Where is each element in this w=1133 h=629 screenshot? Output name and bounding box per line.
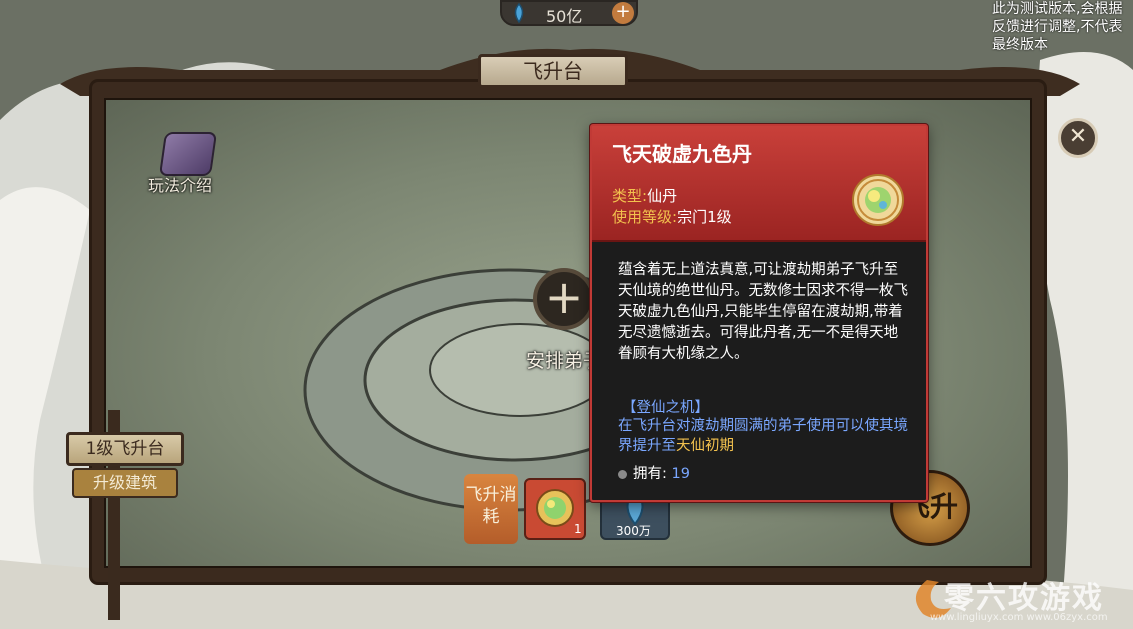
- gameplay-intro-label[interactable]: 玩法介绍: [148, 172, 212, 196]
- building-level-sign: 1级飞升台: [66, 432, 184, 466]
- item-section-title: 【登仙之机】: [622, 400, 709, 416]
- cost-item-gem-count: 300万: [616, 524, 651, 538]
- item-level-row: 使用等级:宗门1级: [612, 206, 732, 227]
- item-level-value: 宗门1级: [677, 208, 732, 226]
- item-effect-highlight: 天仙初期: [676, 438, 734, 454]
- item-type-key: 类型:: [612, 187, 648, 205]
- item-owned-value: 19: [671, 466, 690, 482]
- item-description: 蕴含着无上道法真意,可让渡劫期弟子飞升至天仙境的绝世仙丹。无数修士因求不得一枚飞…: [618, 262, 908, 362]
- nine-color-pill-icon: [852, 174, 904, 226]
- cost-item-pill-count: 1: [574, 522, 582, 536]
- upgrade-building-button[interactable]: 升级建筑: [72, 468, 178, 498]
- item-owned-key: 拥有:: [633, 466, 667, 482]
- item-effect: 在飞升台对渡劫期圆满的弟子使用可以使其境界提升至天仙初期: [618, 416, 908, 456]
- watermark-text: 零六攻游戏: [944, 581, 1104, 616]
- building-title: 飞升台: [478, 54, 628, 88]
- item-tooltip: 飞天破虚九色丹 类型:仙丹 使用等级:宗门1级 蕴含着无上道法真意,可让渡劫期弟…: [590, 124, 928, 502]
- close-button[interactable]: ✕: [1058, 118, 1098, 158]
- gameplay-book-icon[interactable]: [158, 132, 218, 176]
- spirit-gem-icon: [514, 2, 524, 24]
- close-icon: ✕: [1068, 124, 1088, 149]
- item-count-dot-icon: [618, 469, 627, 479]
- currency-value: 50亿: [546, 7, 583, 26]
- test-version-notice: 此为测试版本,会根据反馈进行调整,不代表最终版本: [992, 1, 1123, 53]
- tooltip-header: 飞天破虚九色丹 类型:仙丹 使用等级:宗门1级: [592, 126, 926, 242]
- item-type-value: 仙丹: [647, 187, 678, 205]
- ascend-cost-label: 飞升消耗: [464, 474, 518, 544]
- add-disciple-button[interactable]: +: [533, 268, 595, 330]
- item-type-row: 类型:仙丹: [612, 185, 677, 206]
- item-level-key: 使用等级:: [612, 208, 678, 226]
- currency-add-button[interactable]: +: [612, 2, 634, 24]
- item-effect-text: 在飞升台对渡劫期圆满的弟子使用可以使其境界提升至: [618, 418, 908, 454]
- item-name: 飞天破虚九色丹: [612, 142, 752, 166]
- watermark-url: www.lingliuyx.com www.06zyx.com: [930, 612, 1108, 623]
- item-owned-row: 拥有: 19: [618, 462, 690, 483]
- plus-icon: +: [544, 270, 584, 324]
